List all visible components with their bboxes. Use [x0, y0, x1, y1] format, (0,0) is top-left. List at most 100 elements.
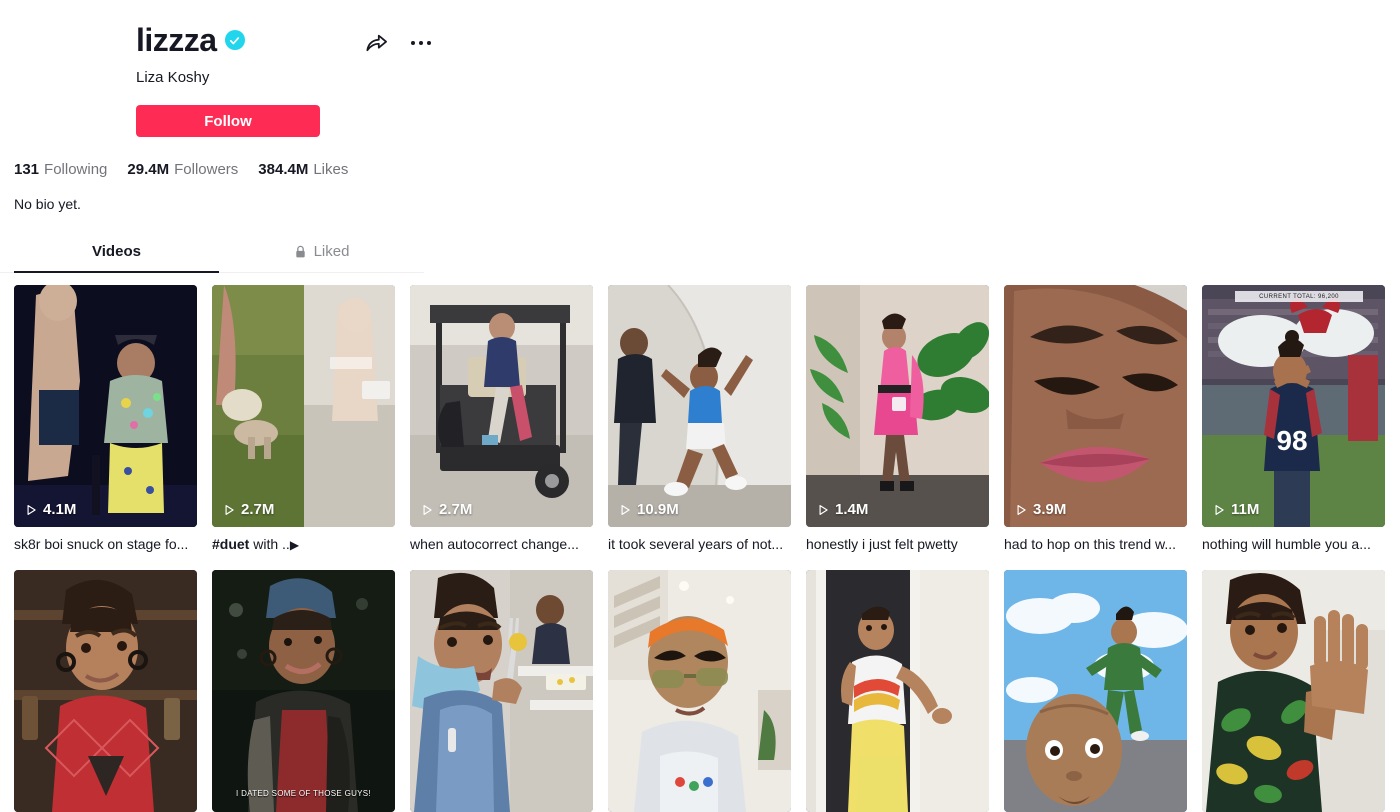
video-thumbnail[interactable]: 1.4M [806, 285, 989, 527]
stat-label: Followers [174, 161, 239, 178]
play-count-value: 4.1M [43, 501, 77, 518]
play-count-value: 10.9M [637, 501, 679, 518]
stat-value: 131 [14, 161, 40, 178]
username-row: lizzza [136, 20, 1400, 60]
tab-liked-label: Liked [313, 243, 350, 260]
thumbnail-art [212, 569, 395, 812]
video-thumbnail[interactable]: 10.9M [608, 285, 791, 527]
video-card [1004, 569, 1187, 812]
video-caption[interactable]: sk8r boi snuck on stage fo... [14, 535, 197, 554]
stat-label: Following [44, 161, 108, 178]
play-count-value: 11M [1231, 501, 1260, 518]
video-card: 1.4M honestly i just felt pwetty [806, 285, 989, 554]
video-caption[interactable]: honestly i just felt pwetty [806, 535, 989, 554]
play-count-value: 2.7M [439, 501, 473, 518]
play-icon [1017, 504, 1026, 515]
identity-block: lizzza Liza Koshy Follow [0, 20, 1400, 137]
caption-text: with .. [249, 536, 290, 552]
page-title: lizzza [136, 22, 217, 58]
video-card: 4.1M sk8r boi snuck on stage fo... [14, 285, 197, 554]
video-thumbnail[interactable] [1004, 569, 1187, 812]
play-icon [621, 504, 630, 515]
video-thumbnail[interactable] [410, 569, 593, 812]
video-card [14, 569, 197, 812]
video-caption[interactable]: nothing will humble you a... [1202, 535, 1385, 554]
video-card: 10.9M it took several years of not... [608, 285, 791, 554]
play-icon [423, 504, 432, 515]
play-icon [225, 504, 234, 515]
thumbnail-art [410, 569, 593, 812]
thumbnail-art [14, 285, 197, 527]
play-icon [27, 504, 36, 515]
play-count: 3.9M [1014, 501, 1066, 518]
stats-row: 131 Following 29.4M Followers 384.4M Lik… [0, 161, 1400, 178]
video-thumbnail[interactable]: I DATED SOME OF THOSE GUYS! [212, 569, 395, 812]
stat-following[interactable]: 131 Following [14, 161, 107, 178]
video-caption[interactable]: it took several years of not... [608, 535, 791, 554]
profile-header: lizzza Liza Koshy Follow 131 Following 2… [0, 0, 1400, 212]
tab-videos-label: Videos [92, 243, 141, 260]
verified-badge-icon [224, 30, 245, 50]
play-icon [1215, 504, 1224, 515]
burned-subtitle: I DATED SOME OF THOSE GUYS! [236, 788, 371, 798]
video-card [1202, 569, 1385, 812]
header-actions [364, 30, 431, 55]
thumbnail-art: 98 [1202, 285, 1385, 527]
play-icon [819, 504, 828, 515]
video-thumbnail[interactable]: 2.7M [410, 285, 593, 527]
video-thumbnail[interactable] [14, 569, 197, 812]
more-dot [419, 40, 423, 45]
play-count: 1.4M [816, 501, 868, 518]
video-thumbnail[interactable]: 4.1M [14, 285, 197, 527]
video-card: 3.9M had to hop on this trend w... [1004, 285, 1187, 554]
svg-text:98: 98 [1276, 425, 1307, 456]
more-dot [411, 40, 415, 45]
more-dot [427, 40, 431, 45]
video-card [806, 569, 989, 812]
video-card: 98 CURRENT TOTAL: 96,200 11M nothing wil… [1202, 285, 1385, 554]
score-overlay: CURRENT TOTAL: 96,200 [1234, 291, 1364, 302]
video-thumbnail[interactable]: 3.9M [1004, 285, 1187, 527]
thumbnail-art [14, 569, 197, 812]
play-count: 10.9M [618, 501, 679, 518]
follow-button[interactable]: Follow [136, 105, 320, 137]
video-caption[interactable]: #duet with ..▶ [212, 535, 395, 554]
video-thumbnail[interactable] [608, 569, 791, 812]
stat-label: Likes [313, 161, 349, 178]
thumbnail-art [806, 569, 989, 812]
play-count: 11M [1212, 501, 1259, 518]
stat-followers[interactable]: 29.4M Followers [127, 161, 238, 178]
lock-icon [294, 245, 307, 259]
stat-value: 29.4M [127, 161, 170, 178]
stat-value: 384.4M [258, 161, 309, 178]
display-name: Liza Koshy [136, 69, 210, 86]
play-count-value: 2.7M [241, 501, 275, 518]
video-card: I DATED SOME OF THOSE GUYS! [212, 569, 395, 812]
thumbnail-art [806, 285, 989, 527]
play-glyph-icon: ▶ [289, 538, 300, 552]
thumbnail-art [212, 285, 395, 527]
thumbnail-art [608, 569, 791, 812]
play-count-value: 3.9M [1033, 501, 1067, 518]
video-thumbnail[interactable]: 2.7M [212, 285, 395, 527]
video-thumbnail[interactable]: 98 CURRENT TOTAL: 96,200 11M [1202, 285, 1385, 527]
thumbnail-art [1202, 569, 1385, 812]
play-count-value: 1.4M [835, 501, 869, 518]
video-card: 2.7M when autocorrect change... [410, 285, 593, 554]
share-icon[interactable] [364, 30, 389, 55]
play-count: 4.1M [24, 501, 76, 518]
caption-hashtag: #duet [212, 536, 250, 552]
video-card [608, 569, 791, 812]
profile-bio: No bio yet. [14, 196, 81, 212]
more-icon[interactable] [411, 40, 431, 45]
video-card [410, 569, 593, 812]
video-caption[interactable]: had to hop on this trend w... [1004, 535, 1187, 554]
video-grid: 4.1M sk8r boi snuck on stage fo... 2.7M … [0, 285, 1400, 812]
thumbnail-art [410, 285, 593, 527]
video-thumbnail[interactable] [1202, 569, 1385, 812]
tab-videos[interactable]: Videos [14, 243, 219, 273]
tab-liked[interactable]: Liked [219, 243, 424, 272]
thumbnail-art [1004, 285, 1187, 527]
video-thumbnail[interactable] [806, 569, 989, 812]
video-caption[interactable]: when autocorrect change... [410, 535, 593, 554]
